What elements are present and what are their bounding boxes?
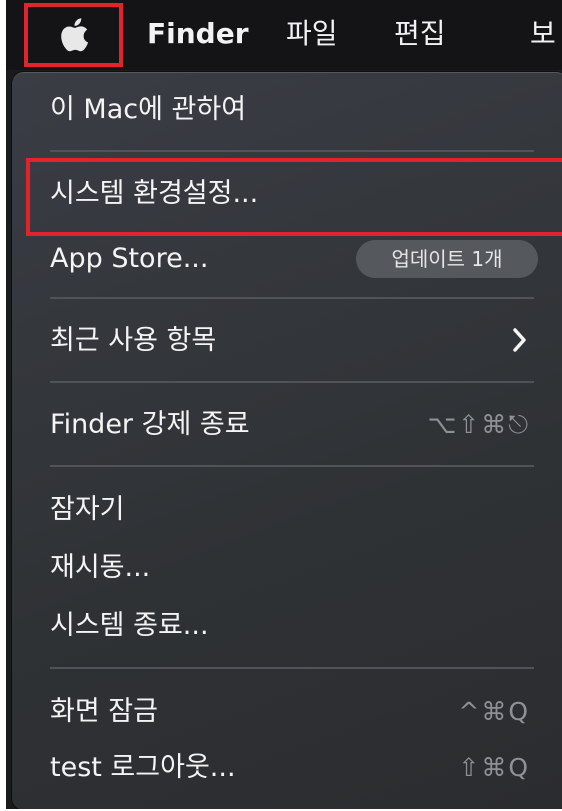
menu-item-sleep[interactable]: 잠자기 [50,492,125,528]
menu-item-lock-screen[interactable]: 화면 잠금 [50,694,158,730]
apple-logo-icon [60,18,88,52]
lock-screen-shortcut: ^⌘Q [458,697,530,726]
menu-item-about[interactable]: 이 Mac에 관하여 [50,92,246,128]
menubar-item-edit[interactable]: 편집 [394,14,446,54]
force-quit-shortcut: ⌥⇧⌘⎋ [427,410,530,439]
menu-separator [50,667,534,669]
menu-separator [50,465,534,467]
menu-separator [50,150,534,152]
menubar-app-name[interactable]: Finder [147,14,249,54]
menubar-item-view[interactable]: 보 [530,14,556,54]
screen-frame: Finder 파일 편집 보 이 Mac에 관하여 시스템 환경설정... Ap… [6,0,562,809]
menu-separator [50,381,534,383]
menu-item-shutdown[interactable]: 시스템 종료... [50,608,209,644]
system-preferences-highlight [26,158,562,236]
menu-item-app-store[interactable]: App Store... [50,241,208,277]
menu-separator [50,297,534,299]
menu-item-force-quit[interactable]: Finder 강제 종료 [50,407,250,443]
menu-bar: Finder 파일 편집 보 [6,0,562,70]
logout-shortcut: ⇧⌘Q [458,753,530,782]
menu-item-restart[interactable]: 재시동... [50,550,150,586]
menu-item-recent-items[interactable]: 최근 사용 항목 [50,323,216,359]
apple-menu-button[interactable] [24,3,123,67]
update-badge: 업데이트 1개 [356,240,538,278]
menu-item-logout[interactable]: test 로그아웃... [50,750,236,786]
chevron-right-icon [513,328,526,352]
menubar-item-file[interactable]: 파일 [286,14,338,54]
